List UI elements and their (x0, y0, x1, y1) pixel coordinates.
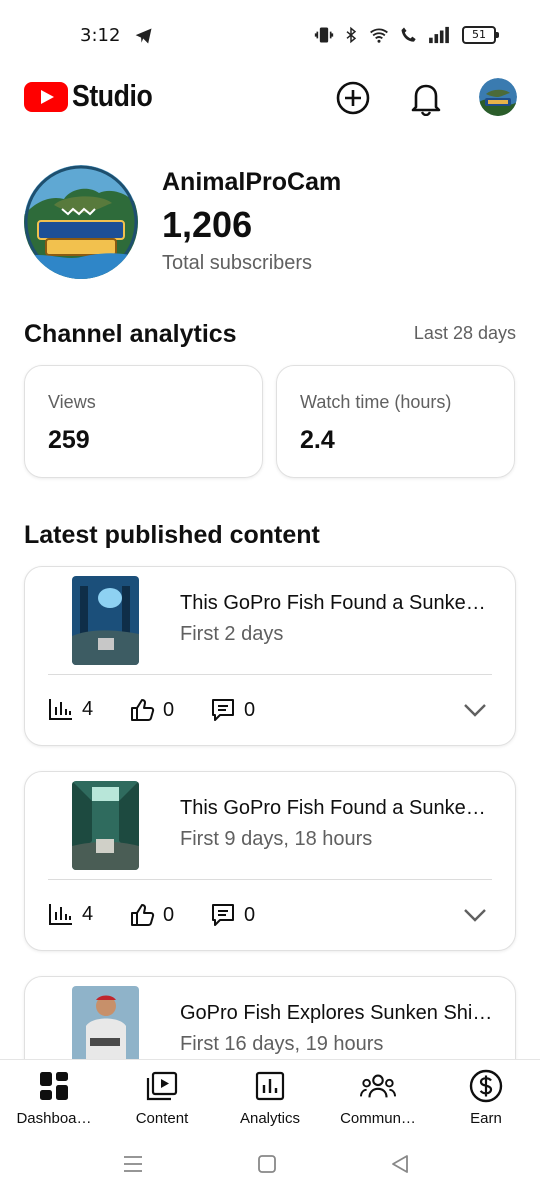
comment-icon (212, 904, 234, 926)
nav-analytics-label: Analytics (239, 1110, 301, 1127)
bar-chart-icon (49, 699, 72, 720)
system-back-button[interactable] (386, 1150, 414, 1178)
comments-count: 0 (244, 903, 256, 926)
nav-content-label: Content (135, 1110, 189, 1127)
home-square-icon (258, 1155, 276, 1173)
chevron-down-icon (464, 909, 486, 922)
content-icon (146, 1071, 178, 1101)
expand-button[interactable] (459, 697, 491, 723)
subscriber-count: 1,206 (162, 204, 253, 245)
menu-icon (124, 1156, 142, 1172)
video-thumbnail[interactable] (72, 576, 139, 665)
nav-earn[interactable]: Earn (432, 1068, 540, 1127)
watch-time-card[interactable]: Watch time (hours) 2.4 (276, 365, 515, 478)
telegram-icon (135, 28, 152, 44)
likes-metric: 0 (129, 902, 174, 928)
community-icon (360, 1074, 396, 1098)
battery-indicator: 51 (462, 26, 499, 44)
dashboard-icon (40, 1072, 68, 1100)
bell-icon (411, 84, 441, 116)
thumbnail-image-icon (72, 781, 139, 870)
watch-time-label: Watch time (hours) (300, 392, 452, 412)
video-meta: First 2 days (180, 623, 284, 645)
status-time: 3:12 (80, 25, 121, 46)
vibrate-icon (314, 27, 334, 43)
likes-count: 0 (163, 903, 175, 926)
bottom-navigation: Dashboa… Content Analytics Commun… Earn (0, 1059, 540, 1199)
nav-community[interactable]: Commun… (324, 1068, 432, 1127)
comments-metric: 0 (210, 902, 255, 928)
views-count: 4 (82, 697, 94, 720)
notifications-button[interactable] (406, 78, 446, 118)
channel-avatar (24, 165, 138, 279)
video-meta: First 16 days, 19 hours (180, 1033, 384, 1055)
analytics-icon (255, 1071, 285, 1101)
video-title: GoPro Fish Explores Sunken Shi… (180, 1002, 493, 1024)
card-divider (48, 879, 492, 880)
nav-community-label: Commun… (340, 1110, 416, 1127)
analytics-period: Last 28 days (413, 323, 516, 343)
watch-time-value: 2.4 (300, 426, 335, 454)
wifi-calling-icon (401, 27, 416, 42)
content-card[interactable]: This GoPro Fish Found a Sunke… First 2 d… (24, 566, 516, 746)
analytics-section-title: Channel analytics (24, 320, 237, 348)
account-avatar[interactable] (479, 78, 517, 116)
nav-dashboard-label: Dashboa… (16, 1110, 92, 1127)
wifi-icon (370, 28, 388, 43)
video-meta: First 9 days, 18 hours (180, 828, 373, 850)
studio-wordmark: Studio (72, 78, 153, 113)
video-title: This GoPro Fish Found a Sunke… (180, 797, 486, 819)
bar-chart-icon (49, 904, 72, 925)
app-header: Studio (0, 70, 540, 126)
nav-earn-label: Earn (470, 1110, 502, 1127)
nav-content[interactable]: Content (108, 1068, 216, 1127)
create-button[interactable] (333, 78, 373, 118)
comments-metric: 0 (210, 697, 255, 723)
expand-button[interactable] (459, 902, 491, 928)
comments-count: 0 (244, 698, 256, 721)
subscriber-label: Total subscribers (162, 252, 313, 274)
views-metric: 4 (48, 697, 93, 721)
status-bar: 3:12 51 (0, 0, 540, 70)
chevron-down-icon (464, 704, 486, 717)
card-divider (48, 674, 492, 675)
views-label: Views (48, 392, 96, 412)
signal-icon (429, 26, 449, 44)
thumbs-up-icon (131, 699, 155, 721)
avatar-image-icon (479, 78, 517, 116)
back-triangle-icon (392, 1155, 408, 1173)
status-icons (314, 24, 450, 46)
youtube-logo-icon (24, 82, 68, 112)
nav-analytics[interactable]: Analytics (216, 1068, 324, 1127)
views-metric: 4 (48, 902, 93, 926)
content-card[interactable]: This GoPro Fish Found a Sunke… First 9 d… (24, 771, 516, 951)
views-card[interactable]: Views 259 (24, 365, 263, 478)
create-icon (336, 81, 370, 115)
system-home-button[interactable] (253, 1150, 281, 1178)
nav-dashboard[interactable]: Dashboa… (0, 1068, 108, 1127)
video-thumbnail[interactable] (72, 781, 139, 870)
system-menu-button[interactable] (119, 1150, 147, 1178)
latest-content-title: Latest published content (24, 521, 320, 549)
likes-count: 0 (163, 698, 175, 721)
dollar-icon (469, 1069, 503, 1103)
channel-name: AnimalProCam (162, 168, 342, 196)
likes-metric: 0 (129, 697, 174, 723)
views-count: 4 (82, 902, 94, 925)
bluetooth-icon (346, 26, 357, 44)
thumbs-up-icon (131, 904, 155, 926)
video-title: This GoPro Fish Found a Sunke… (180, 592, 486, 614)
views-value: 259 (48, 426, 90, 454)
thumbnail-image-icon (72, 576, 139, 665)
channel-logo-icon (24, 165, 138, 279)
comment-icon (212, 699, 234, 721)
